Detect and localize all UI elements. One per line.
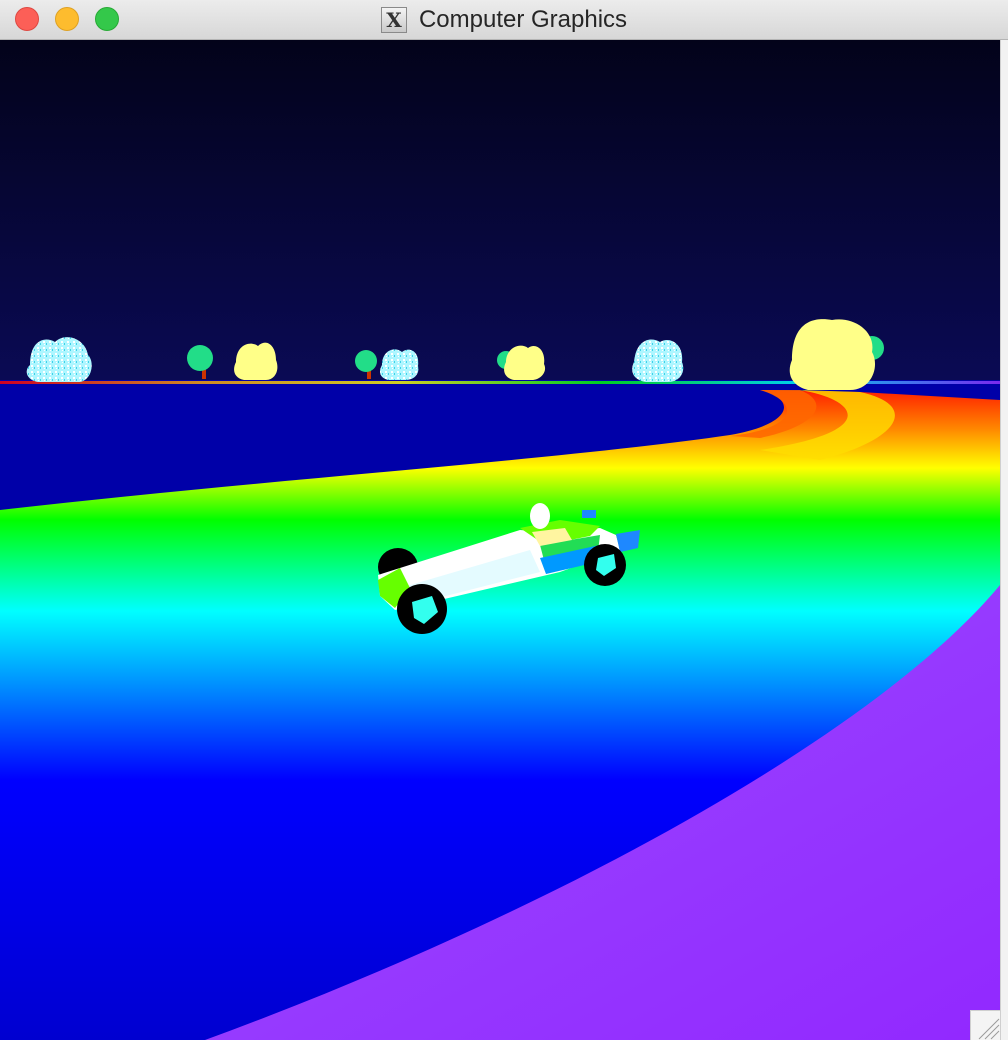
title-bar[interactable]: X Computer Graphics: [0, 0, 1008, 40]
cyan-bush: [380, 349, 419, 380]
window-title: Computer Graphics: [418, 6, 628, 33]
resize-grip[interactable]: [970, 1010, 1000, 1040]
cyan-bush: [632, 339, 684, 382]
driver-helmet: [530, 503, 550, 529]
cyan-bush: [26, 337, 92, 382]
background-window-edge: [1000, 40, 1008, 1040]
scene-canvas: [0, 40, 1000, 1040]
car-accent-top: [582, 510, 596, 518]
yellow-bush: [234, 342, 278, 380]
rear-right-wheel: [584, 544, 626, 586]
resize-grip-icon: [978, 1018, 1000, 1040]
front-wheel: [397, 584, 447, 634]
app-window: X Computer Graphics: [0, 0, 1008, 1040]
x11-icon: X: [380, 7, 407, 33]
game-viewport[interactable]: [0, 40, 1000, 1040]
title-wrap: X Computer Graphics: [0, 0, 1008, 40]
